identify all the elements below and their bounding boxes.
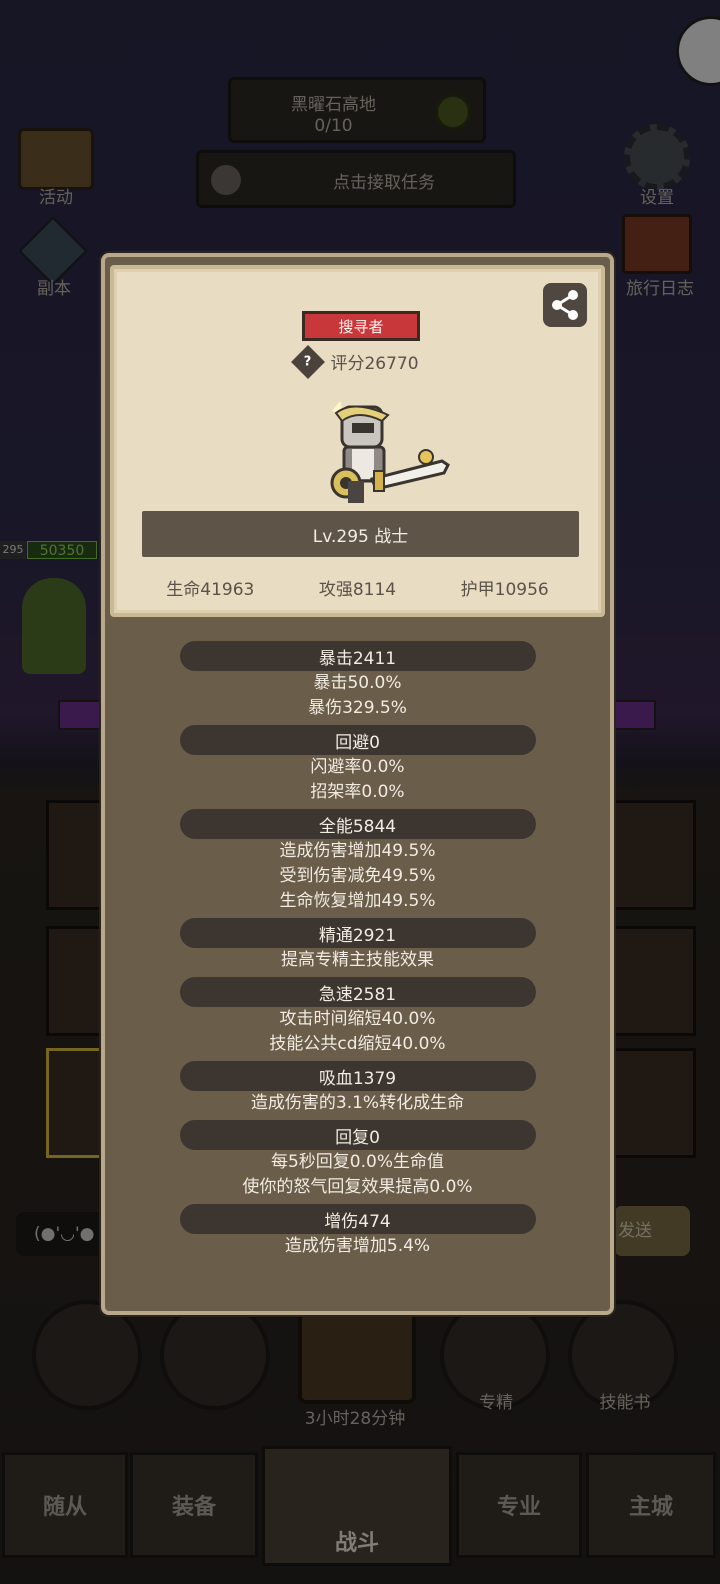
stat-group-avoidance: 回避0 闪避率0.0% 招架率0.0% <box>105 725 610 805</box>
stat-line: 暴击50.0% <box>313 673 402 693</box>
rating-row: ? 评分26770 <box>114 344 601 379</box>
stat-line: 造成伤害的3.1%转化成生命 <box>250 1093 465 1113</box>
stat-header: 回复0 <box>179 1120 536 1150</box>
rating-text: 评分26770 <box>330 354 419 374</box>
stat-group-crit: 暴击2411 暴击50.0% 暴伤329.5% <box>105 641 610 721</box>
primary-stats: 生命41963 攻强8114 护甲10956 <box>114 575 601 600</box>
stat-group-leech: 吸血1379 造成伤害的3.1%转化成生命 <box>105 1061 610 1116</box>
share-button[interactable] <box>543 283 587 327</box>
stat-line: 闪避率0.0% <box>310 757 405 777</box>
stat-line: 暴伤329.5% <box>308 698 407 718</box>
stat-header: 增伤474 <box>179 1204 536 1234</box>
stat-line: 攻击时间缩短40.0% <box>279 1009 436 1029</box>
help-icon[interactable]: ? <box>291 344 326 379</box>
stat-group-versatility: 全能5844 造成伤害增加49.5% 受到伤害减免49.5% 生命恢复增加49.… <box>105 809 610 914</box>
stat-header: 暴击2411 <box>179 641 536 671</box>
secondary-stats-list: 暴击2411 暴击50.0% 暴伤329.5% 回避0 闪避率0.0% 招架率0… <box>105 637 610 1260</box>
stat-header: 急速2581 <box>179 977 536 1007</box>
stat-health: 生命41963 <box>166 580 255 600</box>
stat-armor: 护甲10956 <box>460 580 549 600</box>
stat-line: 生命恢复增加49.5% <box>279 891 436 911</box>
stat-line: 使你的怒气回复效果提高0.0% <box>242 1177 473 1197</box>
stat-line: 每5秒回复0.0%生命值 <box>270 1152 444 1172</box>
share-icon <box>552 290 578 320</box>
stat-line: 受到伤害减免49.5% <box>279 866 436 886</box>
stat-attack-power: 攻强8114 <box>318 580 397 600</box>
level-class-bar: Lv.295 战士 <box>142 511 579 557</box>
stat-group-regen: 回复0 每5秒回复0.0%生命值 使你的怒气回复效果提高0.0% <box>105 1120 610 1200</box>
stat-line: 招架率0.0% <box>310 782 405 802</box>
title-badge: 搜寻者 <box>302 311 420 341</box>
stat-group-mastery: 精通2921 提高专精主技能效果 <box>105 918 610 973</box>
stat-header: 精通2921 <box>179 918 536 948</box>
stat-line: 技能公共cd缩短40.0% <box>269 1034 446 1054</box>
stat-header: 全能5844 <box>179 809 536 839</box>
stat-group-damage-bonus: 增伤474 造成伤害增加5.4% <box>105 1204 610 1259</box>
stat-header: 吸血1379 <box>179 1061 536 1091</box>
character-card: 搜寻者 ? 评分26770 Lv.295 战士 生命41963 攻强8114 护… <box>110 265 605 617</box>
stat-line: 提高专精主技能效果 <box>281 950 434 970</box>
stat-line: 造成伤害增加49.5% <box>279 841 436 861</box>
warrior-portrait <box>330 401 450 503</box>
stat-line: 造成伤害增加5.4% <box>284 1236 431 1256</box>
character-stats-modal: 搜寻者 ? 评分26770 Lv.295 战士 生命41963 攻强8114 护… <box>101 253 614 1315</box>
stat-header: 回避0 <box>179 725 536 755</box>
stat-group-haste: 急速2581 攻击时间缩短40.0% 技能公共cd缩短40.0% <box>105 977 610 1057</box>
